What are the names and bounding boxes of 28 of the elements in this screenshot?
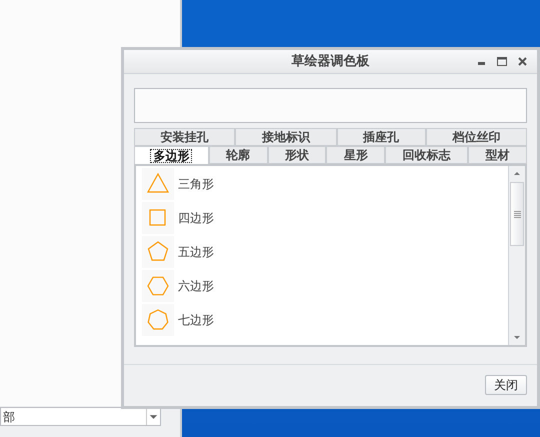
maximize-icon[interactable] <box>497 57 507 66</box>
scroll-thumb[interactable] <box>510 182 524 246</box>
tab[interactable]: 安装挂孔 <box>134 128 236 146</box>
tab[interactable]: 星形 <box>326 146 386 164</box>
scrollbar[interactable] <box>508 166 525 345</box>
window-title: 草绘器调色板 <box>292 52 370 71</box>
input-field[interactable] <box>134 88 527 123</box>
shape-label: 六边形 <box>178 278 214 295</box>
tab[interactable]: 档位丝印 <box>426 128 527 146</box>
tab[interactable]: 轮廓 <box>208 146 268 164</box>
filter-dropdown[interactable]: 部 <box>0 407 161 426</box>
tab[interactable]: 插座孔 <box>336 128 426 146</box>
list-item[interactable]: 六边形 <box>142 270 508 302</box>
list-item[interactable]: 七边形 <box>142 304 508 336</box>
shape-label: 四边形 <box>178 210 214 227</box>
tab[interactable]: 回收标志 <box>385 146 468 164</box>
shape-label: 五边形 <box>178 244 214 261</box>
list-item[interactable]: 三角形 <box>142 168 508 200</box>
shape-label: 三角形 <box>178 176 214 193</box>
close-icon[interactable] <box>518 57 527 66</box>
tab[interactable]: 形状 <box>268 146 326 164</box>
tab[interactable]: 型材 <box>468 146 527 164</box>
shape-label: 七边形 <box>178 312 214 329</box>
tab[interactable]: 接地标识 <box>235 128 336 146</box>
list-item[interactable]: 四边形 <box>142 202 508 234</box>
tab[interactable]: 多边形 <box>134 146 209 164</box>
list-item[interactable]: 五边形 <box>142 236 508 268</box>
close-button[interactable]: 关闭 <box>485 375 527 395</box>
